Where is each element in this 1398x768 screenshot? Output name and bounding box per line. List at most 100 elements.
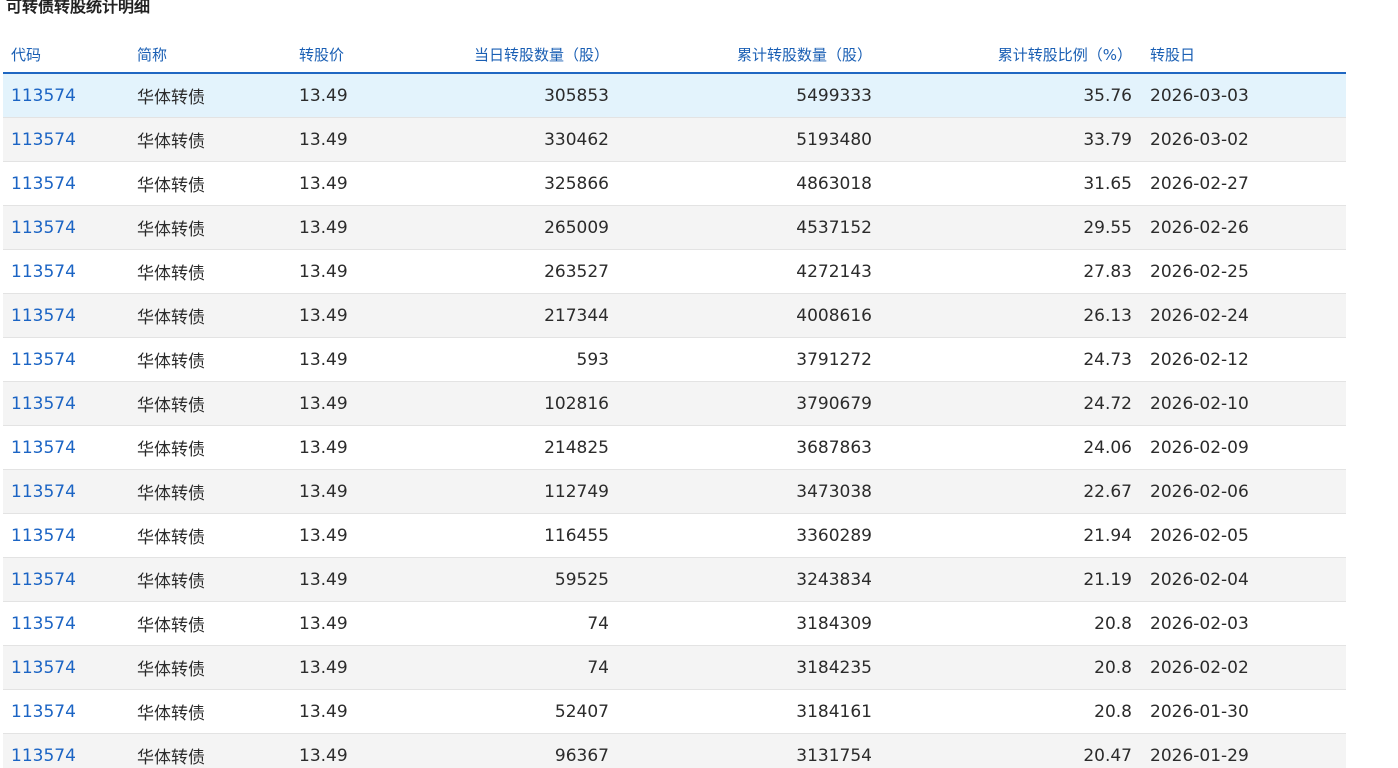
cell-price: 13.49 bbox=[279, 381, 353, 426]
table-row[interactable]: 113574 华体转债 13.49 74 3184235 20.8 2026-02-02 bbox=[3, 645, 1346, 690]
column-header-cumulative[interactable]: 累计转股数量（股） bbox=[617, 36, 880, 74]
cell-name: 华体转债 bbox=[129, 513, 279, 558]
cell-code[interactable]: 113574 bbox=[3, 689, 129, 734]
cell-name: 华体转债 bbox=[129, 469, 279, 514]
cell-code[interactable]: 113574 bbox=[3, 205, 129, 250]
bond-code-link[interactable]: 113574 bbox=[11, 218, 76, 238]
table-row[interactable]: 113574 华体转债 13.49 116455 3360289 21.94 2026-02… bbox=[3, 513, 1346, 558]
cell-ratio: 20.8 bbox=[880, 645, 1140, 690]
cell-date: 2026-01-30 bbox=[1140, 689, 1346, 734]
bond-code-link[interactable]: 113574 bbox=[11, 702, 76, 722]
bond-code-link[interactable]: 113574 bbox=[11, 174, 76, 194]
cell-daily: 217344 bbox=[353, 293, 617, 338]
bond-code-link[interactable]: 113574 bbox=[11, 350, 76, 370]
cell-ratio: 29.55 bbox=[880, 205, 1140, 250]
cell-date: 2026-03-03 bbox=[1140, 73, 1346, 118]
cell-price: 13.49 bbox=[279, 117, 353, 162]
cell-ratio: 20.47 bbox=[880, 733, 1140, 768]
bond-code-link[interactable]: 113574 bbox=[11, 658, 76, 678]
cell-daily: 74 bbox=[353, 645, 617, 690]
cell-code[interactable]: 113574 bbox=[3, 161, 129, 206]
cell-daily: 265009 bbox=[353, 205, 617, 250]
cell-daily: 116455 bbox=[353, 513, 617, 558]
table-row[interactable]: 113574 华体转债 13.49 102816 3790679 24.72 2026-02… bbox=[3, 381, 1346, 426]
cell-name: 华体转债 bbox=[129, 733, 279, 768]
cell-cumulative: 3791272 bbox=[617, 337, 880, 382]
cell-price: 13.49 bbox=[279, 645, 353, 690]
table-body: 113574 华体转债 13.49 305853 5499333 35.76 2026-03… bbox=[3, 73, 1346, 768]
cell-ratio: 31.65 bbox=[880, 161, 1140, 206]
cell-daily: 112749 bbox=[353, 469, 617, 514]
cell-code[interactable]: 113574 bbox=[3, 733, 129, 768]
table-row[interactable]: 113574 华体转债 13.49 325866 4863018 31.65 2026-02… bbox=[3, 161, 1346, 206]
cell-ratio: 35.76 bbox=[880, 73, 1140, 118]
table-row[interactable]: 113574 华体转债 13.49 112749 3473038 22.67 2026-02… bbox=[3, 469, 1346, 514]
bond-code-link[interactable]: 113574 bbox=[11, 482, 76, 502]
table-row[interactable]: 113574 华体转债 13.49 96367 3131754 20.47 2026-01-… bbox=[3, 733, 1346, 768]
cell-price: 13.49 bbox=[279, 205, 353, 250]
cell-price: 13.49 bbox=[279, 293, 353, 338]
cell-code[interactable]: 113574 bbox=[3, 337, 129, 382]
table-row[interactable]: 113574 华体转债 13.49 59525 3243834 21.19 2026-02-… bbox=[3, 557, 1346, 602]
cell-name: 华体转债 bbox=[129, 73, 279, 118]
bond-code-link[interactable]: 113574 bbox=[11, 438, 76, 458]
bond-code-link[interactable]: 113574 bbox=[11, 526, 76, 546]
table-row[interactable]: 113574 华体转债 13.49 593 3791272 24.73 2026-02-12 bbox=[3, 337, 1346, 382]
cell-cumulative: 3687863 bbox=[617, 425, 880, 470]
table-header: 代码 简称 转股价 当日转股数量（股） 累计转股数量（股） 累计转股比例（%） … bbox=[3, 36, 1346, 74]
cell-name: 华体转债 bbox=[129, 293, 279, 338]
cell-code[interactable]: 113574 bbox=[3, 601, 129, 646]
column-header-name[interactable]: 简称 bbox=[129, 36, 279, 74]
cell-name: 华体转债 bbox=[129, 645, 279, 690]
cell-cumulative: 5499333 bbox=[617, 73, 880, 118]
cell-daily: 102816 bbox=[353, 381, 617, 426]
table-row[interactable]: 113574 华体转债 13.49 305853 5499333 35.76 2026-03… bbox=[3, 73, 1346, 118]
column-header-daily[interactable]: 当日转股数量（股） bbox=[353, 36, 617, 74]
column-header-ratio[interactable]: 累计转股比例（%） bbox=[880, 36, 1140, 74]
bond-code-link[interactable]: 113574 bbox=[11, 614, 76, 634]
cell-cumulative: 4537152 bbox=[617, 205, 880, 250]
column-header-date[interactable]: 转股日 bbox=[1140, 36, 1346, 74]
cell-name: 华体转债 bbox=[129, 205, 279, 250]
table-row[interactable]: 113574 华体转债 13.49 217344 4008616 26.13 2026-02… bbox=[3, 293, 1346, 338]
bond-code-link[interactable]: 113574 bbox=[11, 262, 76, 282]
cell-price: 13.49 bbox=[279, 557, 353, 602]
cell-date: 2026-02-02 bbox=[1140, 645, 1346, 690]
cell-code[interactable]: 113574 bbox=[3, 381, 129, 426]
cell-price: 13.49 bbox=[279, 73, 353, 118]
table-row[interactable]: 113574 华体转债 13.49 265009 4537152 29.55 2026-02… bbox=[3, 205, 1346, 250]
cell-code[interactable]: 113574 bbox=[3, 73, 129, 118]
cell-code[interactable]: 113574 bbox=[3, 293, 129, 338]
cell-code[interactable]: 113574 bbox=[3, 425, 129, 470]
cell-code[interactable]: 113574 bbox=[3, 117, 129, 162]
cell-code[interactable]: 113574 bbox=[3, 249, 129, 294]
cell-code[interactable]: 113574 bbox=[3, 645, 129, 690]
table-row[interactable]: 113574 华体转债 13.49 74 3184309 20.8 2026-02-03 bbox=[3, 601, 1346, 646]
header-row: 代码 简称 转股价 当日转股数量（股） 累计转股数量（股） 累计转股比例（%） … bbox=[3, 36, 1346, 74]
table-row[interactable]: 113574 华体转债 13.49 330462 5193480 33.79 2026-03… bbox=[3, 117, 1346, 162]
cell-ratio: 22.67 bbox=[880, 469, 1140, 514]
bond-code-link[interactable]: 113574 bbox=[11, 306, 76, 326]
cell-name: 华体转债 bbox=[129, 601, 279, 646]
cell-ratio: 20.8 bbox=[880, 689, 1140, 734]
bond-code-link[interactable]: 113574 bbox=[11, 394, 76, 414]
cell-daily: 52407 bbox=[353, 689, 617, 734]
cell-daily: 59525 bbox=[353, 557, 617, 602]
cell-daily: 263527 bbox=[353, 249, 617, 294]
bond-code-link[interactable]: 113574 bbox=[11, 570, 76, 590]
bond-code-link[interactable]: 113574 bbox=[11, 86, 76, 106]
cell-ratio: 24.06 bbox=[880, 425, 1140, 470]
bond-code-link[interactable]: 113574 bbox=[11, 746, 76, 766]
bond-code-link[interactable]: 113574 bbox=[11, 130, 76, 150]
column-header-price[interactable]: 转股价 bbox=[279, 36, 353, 74]
cell-code[interactable]: 113574 bbox=[3, 557, 129, 602]
table-row[interactable]: 113574 华体转债 13.49 214825 3687863 24.06 2026-02… bbox=[3, 425, 1346, 470]
cell-daily: 305853 bbox=[353, 73, 617, 118]
cell-code[interactable]: 113574 bbox=[3, 469, 129, 514]
column-header-code[interactable]: 代码 bbox=[3, 36, 129, 74]
table-row[interactable]: 113574 华体转债 13.49 263527 4272143 27.83 2026-02… bbox=[3, 249, 1346, 294]
cell-code[interactable]: 113574 bbox=[3, 513, 129, 558]
cell-ratio: 24.73 bbox=[880, 337, 1140, 382]
table-row[interactable]: 113574 华体转债 13.49 52407 3184161 20.8 2026-01-3… bbox=[3, 689, 1346, 734]
cell-daily: 96367 bbox=[353, 733, 617, 768]
